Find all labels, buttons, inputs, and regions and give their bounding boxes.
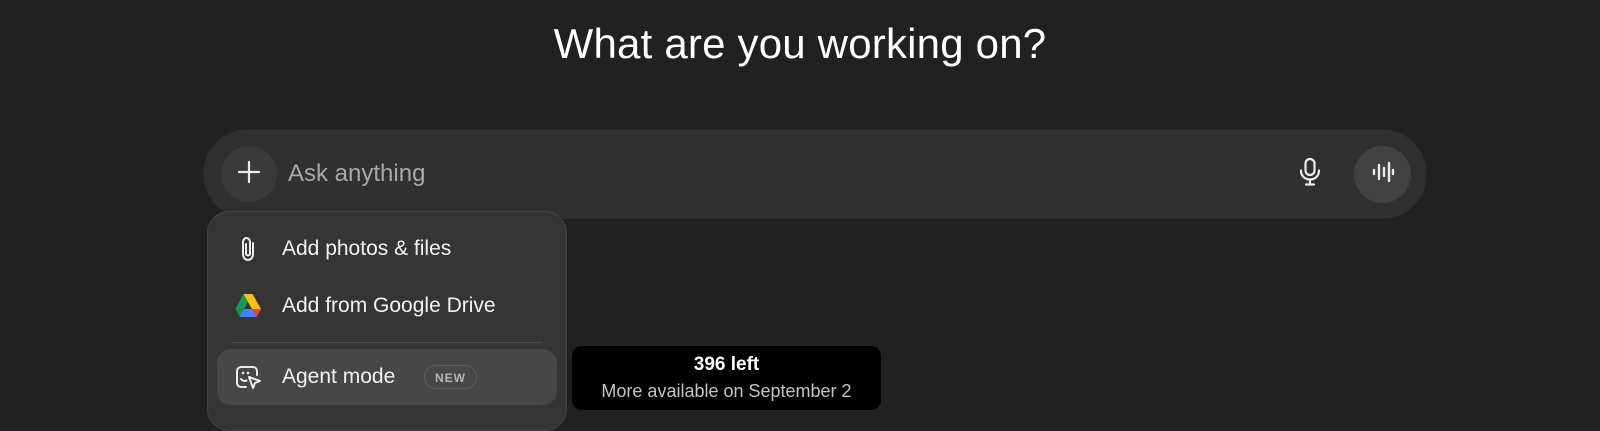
paperclip-icon	[234, 235, 262, 263]
voice-waveform-icon	[1370, 160, 1396, 189]
menu-item-add-photos-files[interactable]: Add photos & files	[217, 221, 557, 277]
voice-mode-button[interactable]	[1354, 146, 1411, 203]
prompt-composer	[204, 130, 1426, 218]
attach-menu: Add photos & files Add from Google Drive	[207, 211, 567, 431]
menu-item-label: Add photos & files	[282, 237, 452, 260]
page-heading: What are you working on?	[553, 20, 1047, 67]
tooltip-subtitle: More available on September 2	[601, 381, 852, 401]
tooltip-title: 396 left	[693, 354, 760, 375]
plus-icon	[236, 159, 262, 190]
usage-tooltip: 396 left More available on September 2	[572, 346, 881, 410]
menu-divider	[232, 342, 542, 343]
agent-cursor-icon	[234, 363, 262, 391]
menu-item-agent-mode[interactable]: Agent mode NEW	[217, 349, 557, 405]
prompt-input[interactable]	[288, 154, 1248, 194]
google-drive-icon	[234, 292, 262, 320]
new-badge: NEW	[424, 365, 477, 389]
dictate-button[interactable]	[1290, 154, 1330, 194]
menu-item-label: Agent mode	[282, 365, 396, 388]
microphone-icon	[1298, 157, 1322, 192]
menu-item-label: Add from Google Drive	[282, 294, 496, 317]
menu-item-add-from-google-drive[interactable]: Add from Google Drive	[217, 278, 557, 334]
attach-button[interactable]	[221, 146, 277, 202]
